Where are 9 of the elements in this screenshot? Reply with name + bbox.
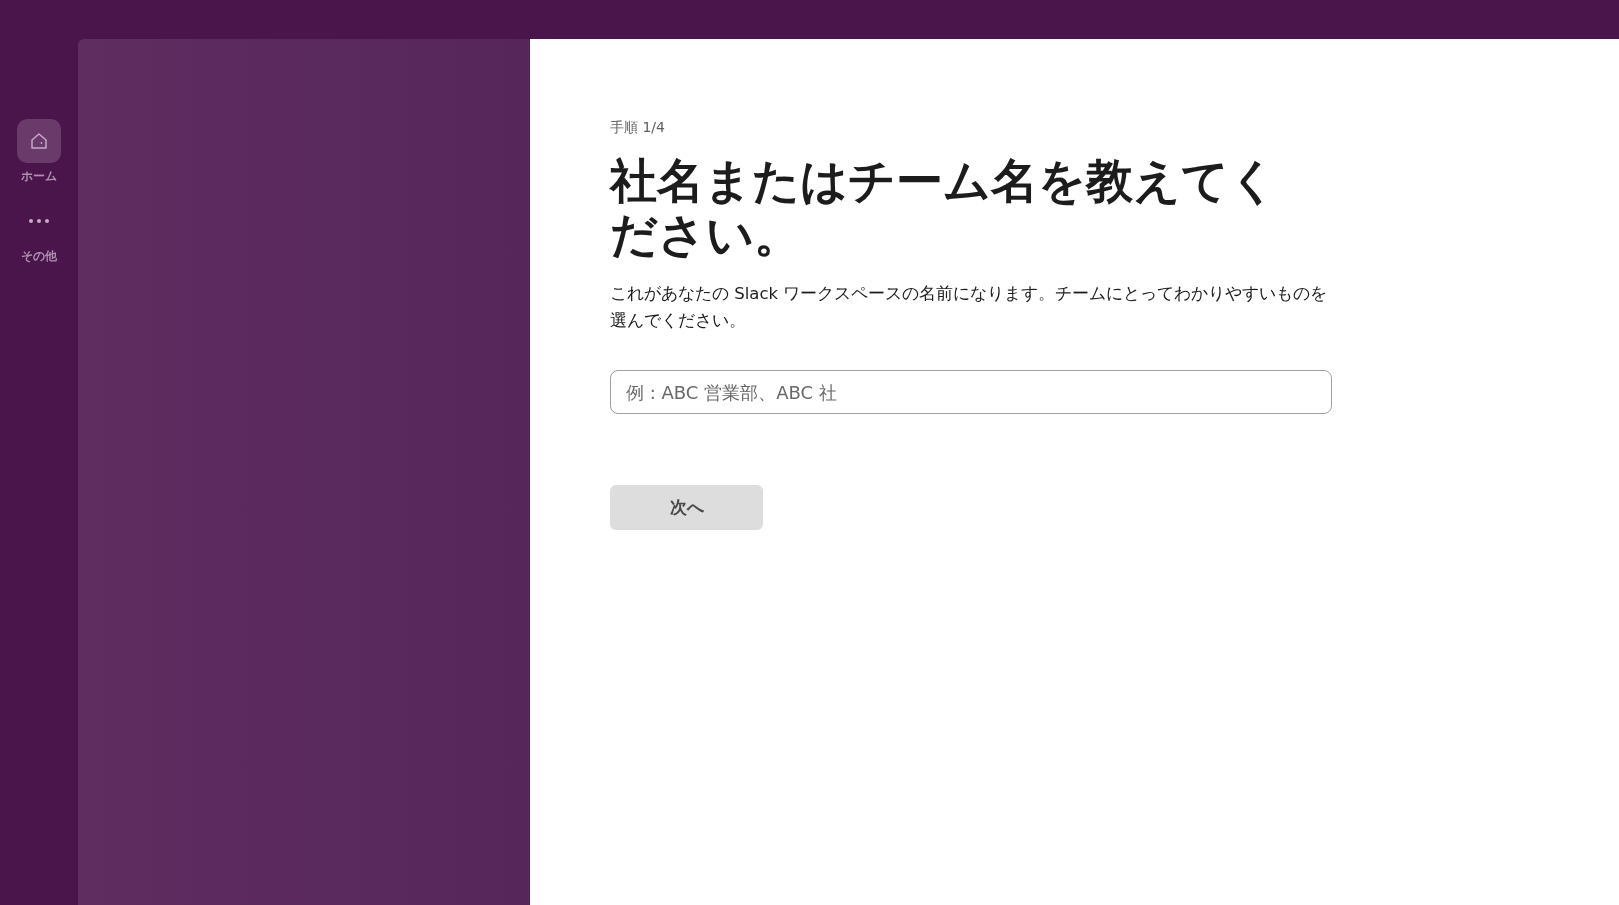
- home-icon: [29, 131, 49, 151]
- home-button[interactable]: [17, 119, 61, 163]
- team-name-field[interactable]: 例 : ABC 営業部、ABC 社: [610, 370, 1332, 414]
- more-icon: [28, 218, 50, 224]
- step-label: 手順 1/4: [610, 118, 666, 137]
- rail-label: ホーム: [21, 168, 57, 185]
- description-text: これがあなたの Slack ワークスペースの名前になります。チームにとってわかりやすいものを選んでください。: [610, 283, 1329, 332]
- page-title: 社名またはチーム名を教えてください。: [610, 154, 1278, 262]
- rail-label: その他: [21, 248, 57, 265]
